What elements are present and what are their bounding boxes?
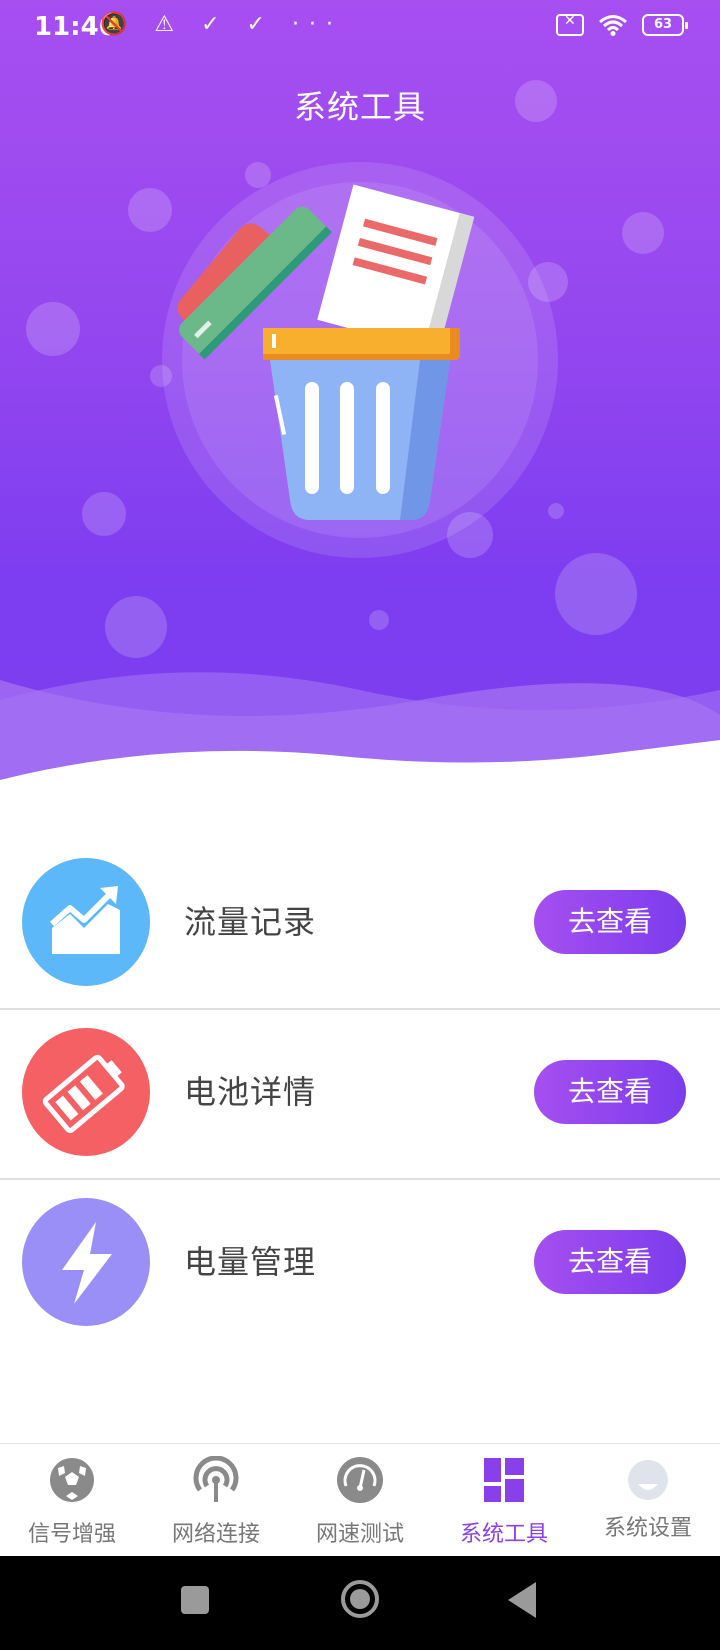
view-power-button[interactable]: 去查看 (534, 1230, 686, 1294)
system-navigation-bar (0, 1556, 720, 1650)
speedometer-icon (337, 1457, 383, 1503)
nav-network-connect[interactable]: 网络连接 (144, 1444, 288, 1556)
recents-button[interactable] (181, 1586, 209, 1614)
list-item-traffic-record: 流量记录 去查看 (0, 840, 720, 1010)
hero-banner: 11:46 🔕 ⚠ ✓ ✓ ··· 63 系统工具 (0, 0, 720, 830)
view-battery-button[interactable]: 去查看 (534, 1060, 686, 1124)
nav-label: 系统设置 (603, 1516, 692, 1541)
power-management-label: 电量管理 (184, 1243, 317, 1281)
decor-bubble (26, 302, 80, 356)
traffic-record-label: 流量记录 (184, 903, 317, 941)
decor-bubble (82, 492, 126, 536)
status-right-icons: 63 (556, 13, 688, 36)
decor-bubble (555, 553, 637, 635)
decor-bubble (105, 596, 167, 658)
wave-divider (0, 672, 720, 830)
soccer-ball-icon (50, 1458, 94, 1502)
list-item-battery-details: 电池详情 去查看 (0, 1010, 720, 1180)
back-button[interactable] (508, 1582, 536, 1618)
bottom-nav: 信号增强 网络连接 网速测试 系统工具 系统设置 (0, 1443, 720, 1556)
home-button[interactable] (341, 1580, 379, 1618)
settings-face-icon (628, 1460, 668, 1500)
page-title: 系统工具 (293, 88, 426, 126)
status-bar: 11:46 🔕 ⚠ ✓ ✓ ··· 63 (0, 0, 720, 56)
decor-bubble (622, 212, 664, 254)
wifi-icon (599, 15, 627, 36)
grid-icon (484, 1458, 524, 1502)
tool-list: 流量记录 去查看 电池详情 去查看 电量管理 去查看 (0, 840, 720, 1350)
nav-label: 网速测试 (315, 1522, 404, 1547)
lightning-icon (22, 1198, 150, 1326)
broadcast-icon (193, 1456, 239, 1502)
nav-label: 信号增强 (27, 1522, 116, 1547)
notification-icons: 🔕 ⚠ ✓ ✓ ··· (100, 12, 343, 37)
app-screen: 11:46 🔕 ⚠ ✓ ✓ ··· 63 系统工具 (0, 0, 720, 1650)
list-item-power-management: 电量管理 去查看 (0, 1180, 720, 1350)
battery-icon (22, 1028, 150, 1156)
battery-details-label: 电池详情 (184, 1073, 317, 1111)
nav-system-tools[interactable]: 系统工具 (432, 1444, 576, 1556)
traffic-chart-icon (22, 858, 150, 986)
trash-can-illustration (162, 162, 558, 558)
nav-signal-boost[interactable]: 信号增强 (0, 1444, 144, 1556)
nav-system-settings[interactable]: 系统设置 (576, 1444, 720, 1556)
nav-label: 网络连接 (171, 1522, 260, 1547)
decor-bubble (369, 610, 389, 630)
nav-label: 系统工具 (459, 1522, 548, 1547)
battery-indicator: 63 (642, 14, 688, 36)
no-sim-icon (556, 13, 584, 36)
nav-speed-test[interactable]: 网速测试 (288, 1444, 432, 1556)
view-traffic-button[interactable]: 去查看 (534, 890, 686, 954)
